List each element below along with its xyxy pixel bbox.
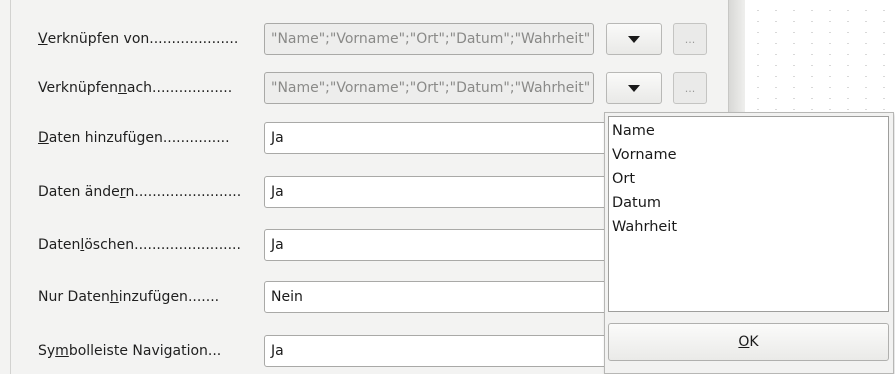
list-item[interactable]: Name	[609, 119, 888, 143]
label-delete-data: Daten l öschen........................	[38, 237, 241, 253]
triangle-down-icon	[628, 84, 640, 92]
label-modify-data: Daten ände r n........................	[38, 184, 242, 200]
delete-data-select[interactable]: Ja	[264, 229, 624, 261]
add-data-select[interactable]: Ja	[264, 122, 624, 154]
label-nav-toolbar: Sy m bolleiste Navigation...	[38, 343, 222, 359]
label-add-data: Daten hinzufügen...............	[38, 130, 230, 146]
label-link-from: Verknüpfen von....................	[38, 31, 239, 47]
add-only-select[interactable]: Nein	[264, 281, 624, 313]
modify-data-select[interactable]: Ja	[264, 176, 624, 208]
row-link-to: Verknüpfen n ach.................. "Name"…	[0, 61, 728, 115]
ok-button[interactable]: OK	[608, 323, 889, 361]
list-item[interactable]: Vorname	[609, 143, 888, 167]
nav-toolbar-select[interactable]: Ja	[264, 335, 624, 367]
triangle-down-icon	[628, 35, 640, 43]
label-link-to: Verknüpfen n ach..................	[38, 80, 233, 96]
field-listbox[interactable]: Name Vorname Ort Datum Wahrheit	[608, 116, 889, 312]
list-item[interactable]: Datum	[609, 191, 888, 215]
link-to-ellipsis-button[interactable]: ...	[673, 72, 707, 104]
field-list-popup: Name Vorname Ort Datum Wahrheit OK	[604, 112, 894, 374]
link-from-ellipsis-button[interactable]: ...	[673, 23, 707, 55]
link-from-dropdown-button[interactable]	[606, 23, 662, 55]
link-from-field[interactable]: "Name";"Vorname";"Ort";"Datum";"Wahrheit…	[264, 23, 594, 55]
link-to-dropdown-button[interactable]	[606, 72, 662, 104]
link-to-field[interactable]: "Name";"Vorname";"Ort";"Datum";"Wahrheit…	[264, 72, 594, 104]
label-add-only: Nur Daten h inzufügen.......	[38, 289, 220, 305]
list-item[interactable]: Wahrheit	[609, 215, 888, 239]
row-link-from: Verknüpfen von.................... "Name…	[0, 12, 728, 66]
list-item[interactable]: Ort	[609, 167, 888, 191]
